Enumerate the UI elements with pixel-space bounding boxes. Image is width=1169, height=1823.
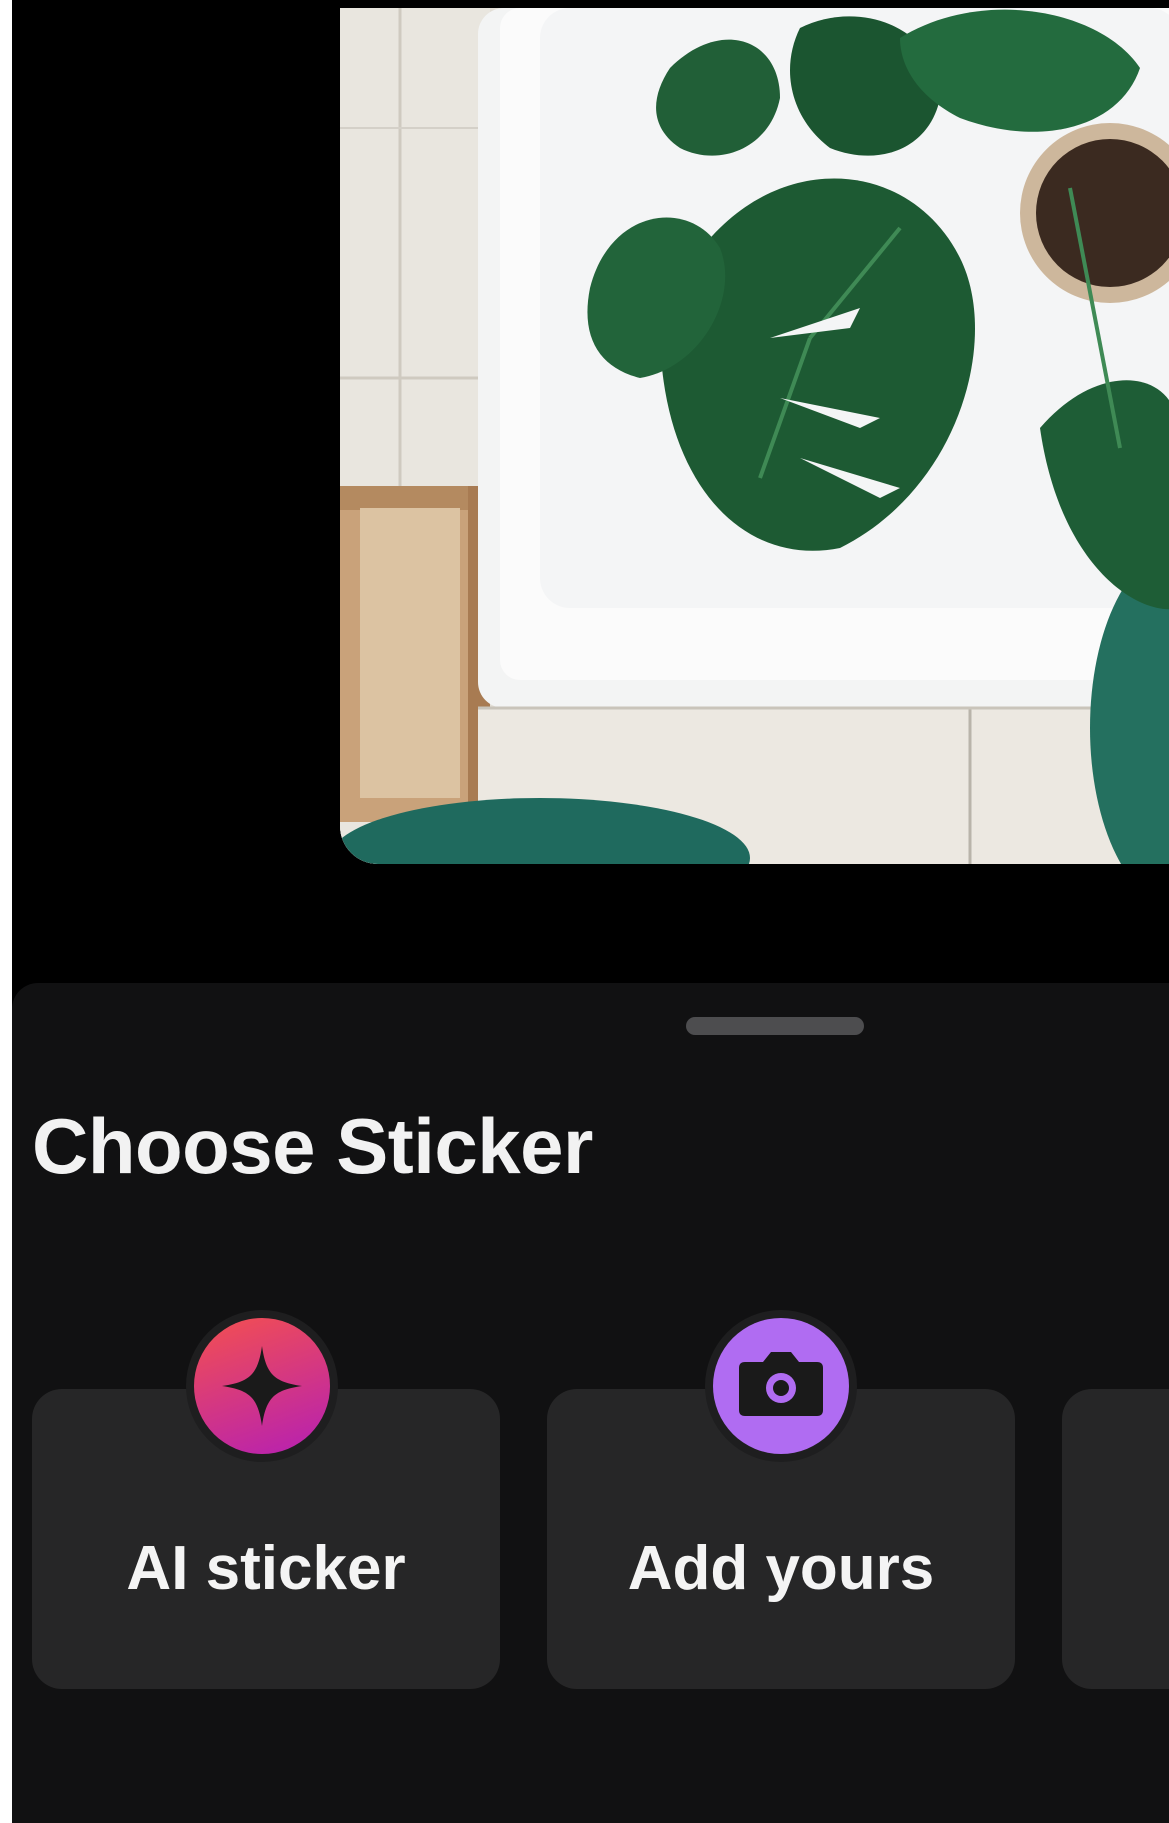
plant-photo [340, 8, 1169, 864]
ai-sticker-label: AI sticker [126, 1534, 406, 1603]
ai-sticker-badge [186, 1310, 338, 1462]
drag-handle[interactable] [686, 1017, 864, 1035]
camera-icon [713, 1318, 849, 1454]
sheet-title: Choose Sticker [32, 1102, 593, 1190]
sticker-bottom-sheet: Choose Sticker AI sticker Add yours [12, 983, 1169, 1823]
add-yours-badge [705, 1310, 857, 1462]
story-editor-screen: Choose Sticker AI sticker Add yours [12, 0, 1169, 1823]
photo-preview [340, 8, 1169, 864]
sparkle-icon [194, 1318, 330, 1454]
add-yours-label: Add yours [627, 1534, 935, 1603]
sticker-card-partial[interactable] [1062, 1389, 1169, 1689]
